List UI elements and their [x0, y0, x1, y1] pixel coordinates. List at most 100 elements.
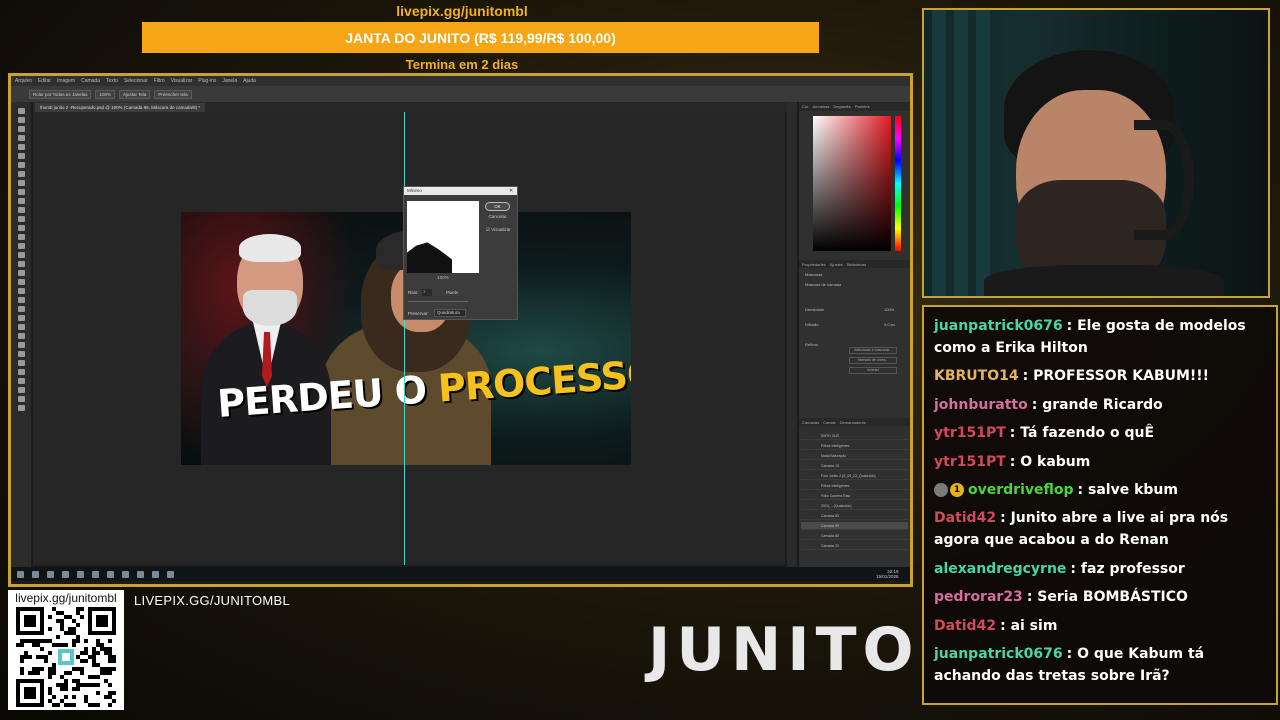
chat-username[interactable]: pedrorar23 [934, 589, 1023, 605]
ok-button[interactable]: OK [485, 202, 510, 211]
chat-username[interactable]: juanpatrick0676 [934, 318, 1063, 334]
tool-icon[interactable] [17, 324, 25, 330]
tool-icon[interactable] [17, 288, 25, 294]
tool-icon[interactable] [17, 315, 25, 321]
tool-icon[interactable] [17, 234, 25, 240]
taskbar-app-icon[interactable] [122, 570, 129, 578]
tool-icon[interactable] [17, 270, 25, 276]
panel-tab[interactable]: Degradês [833, 104, 850, 109]
tool-icon[interactable] [17, 225, 25, 231]
taskbar-app-icon[interactable] [32, 570, 39, 578]
taskbar-app-icon[interactable] [17, 570, 24, 578]
tool-icon[interactable] [17, 252, 25, 258]
tool-icon[interactable] [17, 216, 25, 222]
cancel-button[interactable]: Cancelar [485, 214, 510, 222]
taskbar-app-icon[interactable] [47, 570, 54, 578]
layer-row[interactable]: Filtro Camera Raw [801, 492, 908, 500]
tool-icon[interactable] [17, 189, 25, 195]
guide-line[interactable] [404, 112, 405, 565]
tool-icon[interactable] [17, 198, 25, 204]
tool-icon[interactable] [17, 333, 25, 339]
taskbar-app-icon[interactable] [152, 570, 159, 578]
taskbar-app-icon[interactable] [167, 570, 174, 578]
tool-icon[interactable] [17, 153, 25, 159]
option-button[interactable]: 100% [95, 89, 115, 99]
menu-item[interactable]: Ajuda [243, 78, 256, 84]
chat-username[interactable]: overdriveflop [968, 482, 1074, 498]
chat-username[interactable]: juanpatrick0676 [934, 646, 1063, 662]
chat-username[interactable]: ytr151PT [934, 425, 1006, 441]
panel-tab[interactable]: Cor [802, 104, 808, 109]
chat-username[interactable]: Datid42 [934, 618, 996, 634]
menu-item[interactable]: Janela [222, 78, 237, 84]
dialog-preview-image[interactable] [407, 201, 479, 273]
tool-icon[interactable] [17, 369, 25, 375]
panel-tab[interactable]: Bibliotecas [847, 262, 866, 267]
menu-item[interactable]: Selecionar [124, 78, 148, 84]
taskbar-app-icon[interactable] [62, 570, 69, 578]
tool-icon[interactable] [17, 297, 25, 303]
layer-row[interactable]: Filtros Inteligentes [801, 442, 908, 450]
tool-icon[interactable] [17, 135, 25, 141]
tool-icon[interactable] [17, 279, 25, 285]
panel-tab[interactable]: Canais [823, 420, 835, 425]
panel-tab[interactable]: Padrões [855, 104, 870, 109]
layer-row[interactable]: Matiz/Saturação [801, 452, 908, 460]
panel-tab[interactable]: Ajustes [830, 262, 843, 267]
taskbar-app-icon[interactable] [137, 570, 144, 578]
tool-icon[interactable] [17, 351, 25, 357]
layer-row[interactable]: Camada 88 [801, 532, 908, 540]
menu-item[interactable]: Visualizar [171, 78, 193, 84]
tool-icon[interactable] [17, 396, 25, 402]
menu-item[interactable]: Plug-ins [198, 78, 216, 84]
properties-button[interactable]: Intervalo de cores... [849, 357, 897, 364]
taskbar-app-icon[interactable] [107, 570, 114, 578]
panel-tab[interactable]: Camadas [802, 420, 819, 425]
tool-icon[interactable] [17, 126, 25, 132]
radius-slider[interactable] [408, 301, 468, 302]
qr-code-icon[interactable] [16, 607, 116, 707]
chat-username[interactable]: johnburatto [934, 397, 1028, 413]
layer-row[interactable]: Filtros Inteligentes [801, 482, 908, 490]
taskbar-app-icon[interactable] [77, 570, 84, 578]
tool-icon[interactable] [17, 342, 25, 348]
menu-item[interactable]: Arquivo [15, 78, 32, 84]
tool-icon[interactable] [17, 387, 25, 393]
document-tab[interactable]: thumb junito 2 -Recuperado.psd @ 100% (C… [35, 103, 206, 112]
tool-icon[interactable] [17, 162, 25, 168]
tool-icon[interactable] [17, 360, 25, 366]
menu-item[interactable]: Texto [106, 78, 118, 84]
hue-slider[interactable] [895, 116, 901, 251]
tool-icon[interactable] [17, 171, 25, 177]
taskbar-app-icon[interactable] [92, 570, 99, 578]
chat-username[interactable]: Datid42 [934, 510, 996, 526]
layer-row[interactable]: Camada 18 [801, 462, 908, 470]
tool-icon[interactable] [17, 405, 25, 411]
color-picker-field[interactable] [813, 116, 891, 251]
properties-button[interactable]: Selecionar e mascarar... [849, 347, 897, 354]
tool-icon[interactable] [17, 180, 25, 186]
tool-icon[interactable] [17, 108, 25, 114]
layer-row[interactable]: Foto Junito 2 (8_09_23_Quadrado) [801, 472, 908, 480]
radius-input[interactable]: 1 [422, 289, 432, 296]
panel-tab[interactable]: Demarcadores [840, 420, 866, 425]
option-button[interactable]: Ajustar Tela [118, 89, 151, 99]
panel-tab[interactable]: Amostras [812, 104, 829, 109]
tool-icon[interactable] [17, 306, 25, 312]
menu-item[interactable]: Imagem [57, 78, 75, 84]
layer-row[interactable]: Camada 22 [801, 542, 908, 550]
tool-icon[interactable] [17, 261, 25, 267]
layer-row[interactable]: Camada 83 [801, 512, 908, 520]
properties-button[interactable]: Inverter [849, 367, 897, 374]
tool-icon[interactable] [17, 144, 25, 150]
tool-icon[interactable] [17, 207, 25, 213]
tool-icon[interactable] [17, 378, 25, 384]
layer-row[interactable]: 2024_...(Quadrado) [801, 502, 908, 510]
menu-item[interactable]: Filtro [154, 78, 165, 84]
option-button[interactable]: Rolar por Todas as Janelas [29, 89, 92, 99]
panel-tab[interactable]: Propriedades [802, 262, 826, 267]
tool-icon[interactable] [17, 117, 25, 123]
chat-username[interactable]: alexandregcyrne [934, 561, 1066, 577]
close-icon[interactable]: ✕ [509, 187, 513, 195]
tool-icon[interactable] [17, 243, 25, 249]
